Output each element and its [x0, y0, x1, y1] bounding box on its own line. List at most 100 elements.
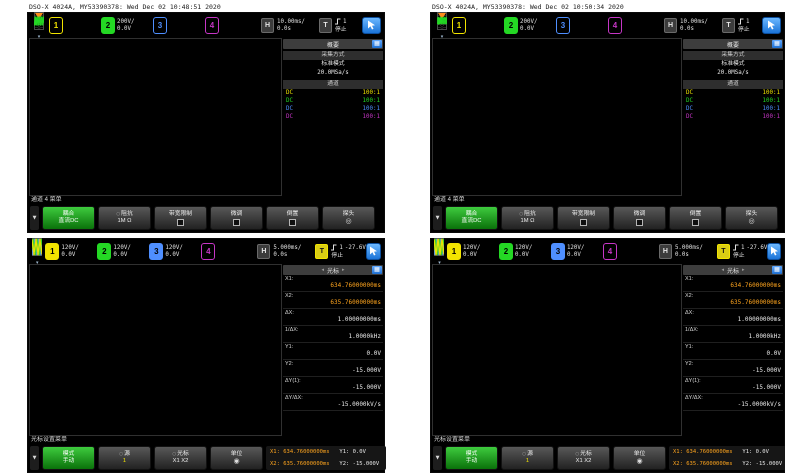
channel-3-button[interactable]: 3: [556, 17, 570, 34]
channel-1-button[interactable]: 1: [49, 17, 63, 34]
readout-x2: X2: 635.76000000ms: [270, 459, 332, 469]
checkbox-icon: [289, 219, 296, 226]
trigger-knob-icon[interactable]: T: [717, 244, 730, 259]
softkey-label-text: 模式: [63, 451, 75, 458]
sidebar-title[interactable]: ◂光标▸▦: [283, 265, 383, 275]
system-menu-button[interactable]: ▾: [434, 15, 450, 36]
channel-4-button[interactable]: 4: [608, 17, 622, 34]
sidebar-menu-icon[interactable]: ▦: [772, 266, 782, 274]
horizontal-knob-icon[interactable]: H: [664, 18, 677, 33]
pointer-icon: [367, 17, 376, 35]
touch-button[interactable]: [366, 243, 381, 260]
softkey-1[interactable]: 模式手动: [445, 446, 498, 470]
timebase-block: H 10.00ms/ 0.0s: [261, 18, 311, 33]
touch-button[interactable]: [362, 17, 381, 34]
status-line: 通道 4 菜单: [28, 196, 384, 205]
softkey-4[interactable]: 单位◉: [613, 446, 666, 470]
back-softkey[interactable]: ▼: [30, 446, 39, 470]
horizontal-knob-icon[interactable]: H: [261, 18, 274, 33]
channel-2-button[interactable]: 2: [97, 243, 111, 260]
softkey-label: 带宽限制: [572, 211, 595, 218]
softkey-label: 耦合: [466, 211, 478, 218]
waveform-display[interactable]: [432, 264, 682, 436]
softkey-2[interactable]: ○源1: [501, 446, 554, 470]
scope-frame: ▾ 12200V/0.0V34 H 10.00ms/ 0.0s T: [430, 12, 785, 233]
sidebar-title-text: 光标: [727, 266, 739, 275]
trigger-source: 1: [339, 245, 343, 252]
channel-2-status: 2120V/0.0V: [499, 243, 551, 260]
softkey-6[interactable]: 探头◎: [725, 206, 778, 230]
arrow-left-icon[interactable]: ◂: [721, 267, 724, 273]
channel-1-button[interactable]: 1: [45, 243, 59, 260]
trigger-level: -27.6V: [345, 245, 366, 252]
softkey-4[interactable]: 微调: [613, 206, 666, 230]
waveform-display[interactable]: [29, 38, 282, 196]
channel-4-button[interactable]: 4: [205, 17, 219, 34]
channel-3-button[interactable]: 3: [551, 243, 565, 260]
acquisition-status: 停止: [331, 253, 365, 260]
sidebar-title[interactable]: ◂光标▸ ▦: [683, 265, 783, 275]
channel-3-button[interactable]: 3: [149, 243, 163, 260]
trigger-knob-icon[interactable]: T: [315, 244, 328, 259]
waveform-display[interactable]: [29, 264, 282, 436]
trigger-knob-icon[interactable]: T: [722, 18, 735, 33]
softkey-5[interactable]: 倒置: [669, 206, 722, 230]
softkey-5[interactable]: 倒置: [266, 206, 319, 230]
acquisition-status: 停止: [738, 27, 752, 34]
checkbox-icon: [580, 219, 587, 226]
softkey-1[interactable]: 模式手动: [42, 446, 95, 470]
cursor-readout: X1: 634.76000000msX2: 635.76000000msY1: …: [266, 446, 386, 470]
softkey-2[interactable]: ○源1: [98, 446, 151, 470]
arrow-right-icon[interactable]: ▸: [342, 267, 345, 273]
sidebar-menu-icon[interactable]: ▦: [772, 40, 782, 48]
softkey-6[interactable]: 探头◎: [322, 206, 375, 230]
softkey-3[interactable]: ○光标X1 X2: [557, 446, 610, 470]
softkey-3[interactable]: ○光标X1 X2: [154, 446, 207, 470]
softkey-4[interactable]: 微调: [210, 206, 263, 230]
softkey-value: X1 X2: [576, 458, 592, 465]
system-menu-button[interactable]: X2 ▾: [434, 241, 445, 262]
softkey-label-text: 源: [124, 451, 130, 458]
trigger-knob-icon[interactable]: T: [319, 18, 332, 33]
channel-1-button[interactable]: 1: [452, 17, 466, 34]
arrow-right-icon[interactable]: ▸: [742, 267, 745, 273]
channel-3-button[interactable]: 3: [153, 17, 167, 34]
waveform-canvas: [30, 265, 330, 415]
channel-4-button[interactable]: 4: [603, 243, 617, 260]
sidebar-title[interactable]: 概要▦: [683, 39, 783, 49]
channel-1-button[interactable]: 1: [447, 243, 461, 260]
channel-2-button[interactable]: 2: [504, 17, 518, 34]
back-softkey[interactable]: ▼: [433, 206, 442, 230]
channel-2-offset: 0.0V: [113, 252, 130, 259]
back-softkey[interactable]: ▼: [30, 206, 39, 230]
softkey-label: ○阻抗: [519, 211, 536, 218]
softkey-label-text: 耦合: [466, 211, 478, 218]
softkey-3[interactable]: 带宽限制: [154, 206, 207, 230]
channel-1-status: 1120V/0.0V: [45, 243, 97, 260]
softkey-4[interactable]: 单位◉: [210, 446, 263, 470]
sidebar-menu-icon[interactable]: ▦: [372, 266, 382, 274]
system-menu-button[interactable]: X2 ▾: [31, 241, 43, 262]
channel-2-status: 2200V/0.0V: [101, 17, 153, 34]
sidebar-menu-icon[interactable]: ▦: [372, 40, 382, 48]
horizontal-knob-icon[interactable]: H: [659, 244, 672, 259]
channel-4-button[interactable]: 4: [201, 243, 215, 260]
channel-2-button[interactable]: 2: [499, 243, 513, 260]
touch-button[interactable]: [762, 17, 781, 34]
arrow-left-icon[interactable]: ◂: [321, 267, 324, 273]
channel-2-button[interactable]: 2: [101, 17, 115, 34]
sidebar-title[interactable]: 概要▦: [283, 39, 383, 49]
back-softkey[interactable]: ▼: [433, 446, 442, 470]
softkey-3[interactable]: 带宽限制: [557, 206, 610, 230]
horizontal-knob-icon[interactable]: H: [257, 244, 270, 259]
waveform-display[interactable]: [432, 38, 682, 196]
touch-button[interactable]: [767, 243, 781, 260]
softkey-1[interactable]: 耦合直流DC: [42, 206, 95, 230]
channel-3-status: 3: [556, 17, 608, 34]
softkey-1[interactable]: 耦合直流DC: [445, 206, 498, 230]
softkey-2[interactable]: ○阻抗1M Ω: [98, 206, 151, 230]
softkey-value: 1M Ω: [521, 218, 535, 225]
rotate-knob-icon: ○: [172, 451, 176, 458]
softkey-2[interactable]: ○阻抗1M Ω: [501, 206, 554, 230]
system-menu-button[interactable]: ▾: [31, 15, 47, 36]
